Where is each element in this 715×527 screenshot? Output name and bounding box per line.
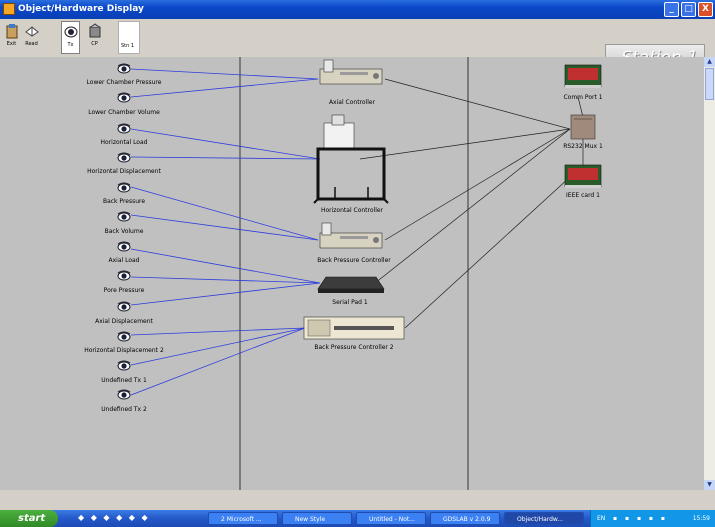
tx-label-pore-pressure: Pore Pressure xyxy=(103,287,145,294)
tx-label: Tx xyxy=(67,42,74,48)
taskbar-strip: start ◆ ◆ ◆ ◆ ◆ ◆ 2 Microsoft ... New St… xyxy=(0,510,715,527)
comm-port-graphic[interactable] xyxy=(564,64,602,88)
taskbar: start ◆ ◆ ◆ ◆ ◆ ◆ 2 Microsoft ... New St… xyxy=(0,490,715,527)
start-button[interactable]: start xyxy=(0,510,58,527)
tx-label-horizontal-load: Horizontal Load xyxy=(100,139,148,146)
cp-button[interactable]: CP xyxy=(85,21,104,54)
scroll-down-icon[interactable]: ▼ xyxy=(704,480,715,490)
exit-label: Exit xyxy=(6,41,17,47)
quick-launch[interactable]: ◆ ◆ ◆ ◆ ◆ ◆ xyxy=(78,513,150,522)
cp-label: CP xyxy=(91,41,98,47)
eye-icon[interactable] xyxy=(117,241,131,253)
label-horizontal-controller: Horizontal Controller xyxy=(320,207,384,214)
eye-icon[interactable] xyxy=(117,301,131,313)
read-label: Read xyxy=(25,41,38,47)
eye-icon xyxy=(64,26,77,38)
eye-icon[interactable] xyxy=(117,389,131,401)
tx-label-horizontal-displacement-2: Horizontal Displacement 2 xyxy=(84,347,164,354)
label-ieee-card: IEEE card 1 xyxy=(566,192,600,199)
language-indicator[interactable]: EN xyxy=(597,510,605,527)
read-button[interactable]: Read xyxy=(22,21,41,54)
task-object-hardware[interactable]: Object/Hardw... xyxy=(504,512,584,525)
back-pressure-controller-2-graphic[interactable] xyxy=(303,316,405,340)
tx-label-undefined-tx-2: Undefined Tx 2 xyxy=(101,406,147,413)
system-tray: EN ▪ ▪ ▪ ▪ ▪ 15:59 xyxy=(590,510,715,527)
port-links xyxy=(359,78,584,329)
scroll-up-icon[interactable]: ▲ xyxy=(704,57,715,67)
eye-icon[interactable] xyxy=(117,63,131,75)
clock: 15:59 xyxy=(692,515,710,522)
station-tab[interactable]: Stn 1 xyxy=(118,21,140,54)
axial-controller-graphic[interactable] xyxy=(319,59,383,85)
label-serial-pad: Serial Pad 1 xyxy=(332,299,368,306)
eye-icon[interactable] xyxy=(117,123,131,135)
hardware-canvas: Lower Chamber Pressure Lower Chamber Vol… xyxy=(0,57,704,490)
tx-label-lower-chamber-pressure: Lower Chamber Pressure xyxy=(86,79,162,86)
minimize-button[interactable]: _ xyxy=(664,2,679,17)
task-gdslab[interactable]: GDSLAB v 2.0.9 xyxy=(430,512,500,525)
close-button[interactable]: X xyxy=(698,2,713,17)
connection-lines xyxy=(130,57,602,490)
toolbar: Exit Read Tx CP Stn 1 Station 1 xyxy=(0,19,715,72)
cp-icon xyxy=(89,23,100,38)
serial-pad-graphic[interactable] xyxy=(317,276,385,293)
tx-label-back-volume: Back Volume xyxy=(104,228,144,235)
eye-icon[interactable] xyxy=(117,211,131,223)
vertical-scrollbar[interactable]: ▲ ▼ xyxy=(704,57,715,490)
task-microsoft[interactable]: 2 Microsoft ... xyxy=(208,512,278,525)
label-axial-controller: Axial Controller xyxy=(328,99,376,106)
app-icon xyxy=(3,3,15,15)
label-back-pressure-controller-2: Back Pressure Controller 2 xyxy=(314,344,394,351)
window-title: Object/Hardware Display xyxy=(18,4,144,14)
exit-icon xyxy=(6,24,17,39)
maximize-button[interactable]: □ xyxy=(681,2,696,17)
tx-label-back-pressure: Back Pressure xyxy=(102,198,146,205)
rs232-mux-graphic[interactable] xyxy=(570,114,596,140)
tx-label-lower-chamber-volume: Lower Chamber Volume xyxy=(88,109,160,116)
eye-icon[interactable] xyxy=(117,182,131,194)
eye-icon[interactable] xyxy=(117,92,131,104)
tx-label-axial-load: Axial Load xyxy=(108,257,140,264)
tx-label-undefined-tx-1: Undefined Tx 1 xyxy=(101,377,147,384)
label-comm-port: Comm Port 1 xyxy=(563,94,603,101)
task-untitled-notepad[interactable]: Untitled - Not... xyxy=(356,512,426,525)
eye-icon[interactable] xyxy=(117,270,131,282)
horizontal-controller-graphic[interactable] xyxy=(313,114,389,204)
title-bar: Object/Hardware Display _ □ X xyxy=(0,0,715,19)
eye-icon[interactable] xyxy=(117,331,131,343)
tx-button[interactable]: Tx xyxy=(61,21,80,54)
exit-button[interactable]: Exit xyxy=(2,21,21,54)
scroll-thumb[interactable] xyxy=(705,68,714,100)
label-back-pressure-controller: Back Pressure Controller xyxy=(317,257,391,264)
back-pressure-controller-graphic[interactable] xyxy=(319,222,383,249)
task-new-style[interactable]: New Style xyxy=(282,512,352,525)
eye-icon[interactable] xyxy=(117,152,131,164)
ieee-card-graphic[interactable] xyxy=(564,164,602,188)
tray-icons[interactable]: ▪ ▪ ▪ ▪ ▪ xyxy=(613,510,668,527)
tx-label-axial-displacement: Axial Displacement xyxy=(95,318,153,325)
tx-label-horizontal-displacement: Horizontal Displacement xyxy=(87,168,161,175)
eye-icon[interactable] xyxy=(117,360,131,372)
read-icon xyxy=(24,26,39,37)
label-rs232-mux: RS232 Mux 1 xyxy=(563,143,603,150)
